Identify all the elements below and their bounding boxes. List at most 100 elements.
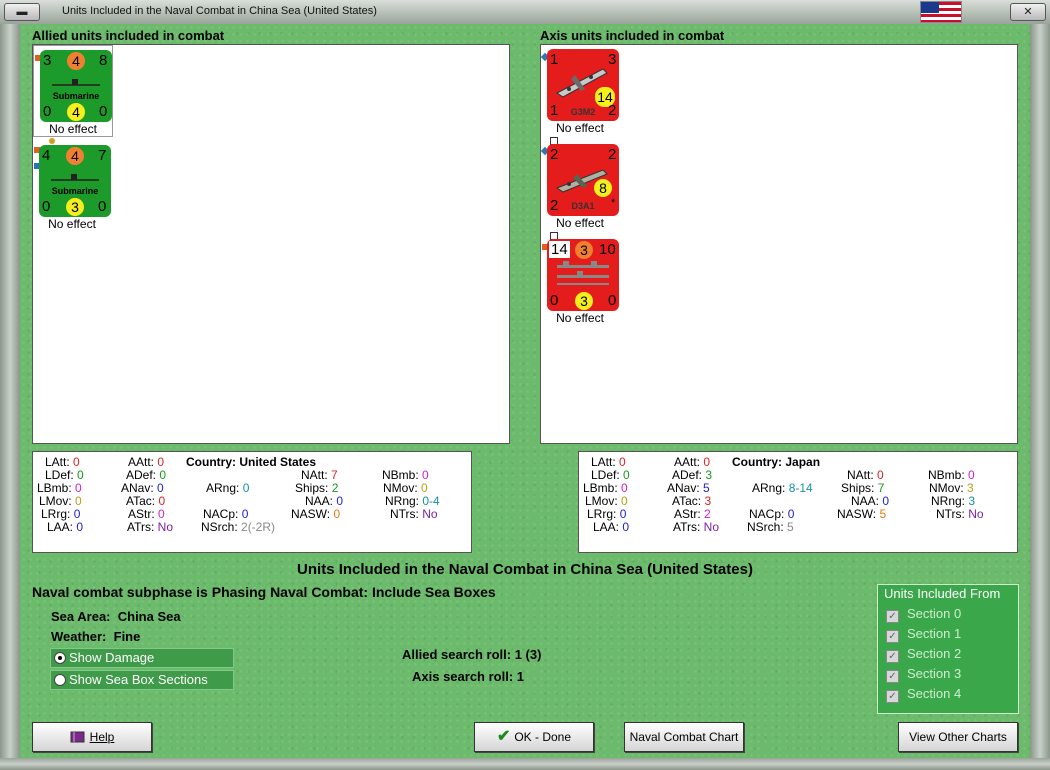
ok-done-button[interactable]: ✔ OK - Done bbox=[474, 722, 594, 752]
unit-top-right: 3 bbox=[608, 51, 617, 68]
checkmark-icon: ✔ bbox=[496, 728, 511, 745]
allied-unit-card[interactable]: 3 4 8 Submarine 0 4 0 No effect bbox=[33, 45, 113, 137]
unit-bottom-right: 0 bbox=[99, 103, 108, 120]
unit-effect: No effect bbox=[556, 311, 604, 325]
submarine-icon bbox=[52, 79, 100, 86]
unit-top-right: 10 bbox=[599, 241, 616, 258]
stat-lmov: LMov: 0 bbox=[585, 494, 628, 508]
axis-unit-card[interactable]: 2 2 8 D3A1 2 * No effect bbox=[540, 137, 619, 230]
axis-units-panel[interactable]: 1 3 14 G3M2 1 2 No effect 2 2 8 D3A1 2 *… bbox=[540, 44, 1018, 444]
unit-top-left: 3 bbox=[43, 52, 52, 69]
stat-naa: NAA: 0 bbox=[851, 494, 890, 508]
view-other-charts-button[interactable]: View Other Charts bbox=[898, 722, 1018, 752]
naval-combat-chart-button[interactable]: Naval Combat Chart bbox=[624, 722, 744, 752]
stat-adef: ADef: 0 bbox=[126, 468, 167, 482]
allied-search-roll: Allied search roll: 1 (3) bbox=[402, 647, 542, 662]
right-frame-edge bbox=[1030, 24, 1050, 760]
stat-arng: ARng: 0 bbox=[206, 481, 250, 495]
unit-bottom-right: 0 bbox=[608, 292, 617, 309]
unit-top-center: 4 bbox=[66, 147, 84, 165]
stat-astr: AStr: 2 bbox=[674, 507, 711, 521]
stat-laa: LAA: 0 bbox=[47, 520, 84, 534]
stat-ntrs: NTrs: No bbox=[936, 507, 984, 521]
close-button[interactable]: ✕ bbox=[1010, 3, 1046, 21]
help-button[interactable]: Help bbox=[32, 722, 152, 752]
stat-nasw: NASW: 5 bbox=[837, 507, 887, 521]
unit-effect: No effect bbox=[556, 121, 604, 135]
unit-bottom-left: 0 bbox=[550, 292, 559, 309]
unit-name: Submarine bbox=[52, 91, 100, 101]
stat-nsrch: NSrch: 5 bbox=[747, 520, 794, 534]
stat-nmov: NMov: 0 bbox=[383, 481, 428, 495]
summary-title: Units Included in the Naval Combat in Ch… bbox=[297, 561, 753, 578]
unit-top-left: 14 bbox=[549, 241, 570, 258]
allied-unit-counter[interactable]: 3 4 8 Submarine 0 4 0 bbox=[40, 50, 112, 122]
unit-bottom-right: 0 bbox=[98, 198, 107, 215]
allied-header: Allied units included in combat bbox=[32, 28, 225, 43]
units-included-from-group: Units Included From ✓ Section 0 ✓ Section … bbox=[877, 584, 1019, 714]
window-title: Units Included in the Naval Combat in Ch… bbox=[62, 5, 377, 17]
axis-unit-counter[interactable]: 2 2 8 D3A1 2 * bbox=[547, 144, 619, 216]
stat-nbmb: NBmb: 0 bbox=[382, 468, 429, 482]
axis-unit-card[interactable]: 14 3 10 0 3 0 No effect bbox=[541, 232, 619, 325]
stat-naa: NAA: 0 bbox=[305, 494, 344, 508]
unit-bottom-left: 0 bbox=[43, 103, 52, 120]
unit-bottom-left: 2 bbox=[550, 197, 559, 214]
unit-bottom-left: 1 bbox=[550, 102, 559, 119]
stat-lbmb: LBmb: 0 bbox=[583, 481, 628, 495]
minimize-button[interactable]: ▬ bbox=[4, 3, 40, 21]
window-frame: ▬ Units Included in the Naval Combat in … bbox=[0, 0, 1050, 770]
unit-mid-value: 8 bbox=[594, 179, 612, 197]
section-checkbox[interactable]: ✓ Section 4 bbox=[886, 686, 961, 703]
subphase-text: Naval combat subphase is Phasing Naval C… bbox=[32, 584, 496, 600]
stat-nrng: NRng: 0-4 bbox=[385, 494, 440, 508]
section-checkbox[interactable]: ✓ Section 3 bbox=[886, 666, 961, 683]
unit-top-left: 4 bbox=[42, 147, 51, 164]
allied-unit-counter[interactable]: 4 4 7 Submarine 0 3 0 bbox=[39, 145, 111, 217]
submarine-icon bbox=[51, 174, 99, 181]
status-marker bbox=[49, 138, 55, 144]
stat-ldef: LDef: 0 bbox=[45, 468, 84, 482]
allied-units-panel[interactable]: 3 4 8 Submarine 0 4 0 No effect 4 4 7 Su… bbox=[32, 44, 510, 444]
stat-adef: ADef: 3 bbox=[672, 468, 713, 482]
stat-latt: LAtt: 0 bbox=[591, 455, 626, 469]
unit-bottom-right: 2 bbox=[608, 102, 617, 119]
stat-nacp: NACp: 0 bbox=[203, 507, 249, 521]
axis-unit-card[interactable]: 1 3 14 G3M2 1 2 No effect bbox=[540, 45, 619, 135]
section-checkbox[interactable]: ✓ Section 2 bbox=[886, 646, 961, 663]
stat-anav: ANav: 0 bbox=[121, 481, 164, 495]
stat-ntrs: NTrs: No bbox=[390, 507, 438, 521]
stat-nsrch: NSrch: 2(-2R) bbox=[201, 520, 276, 534]
show-sea-box-sections-radio[interactable] bbox=[54, 674, 66, 686]
section-checkbox[interactable]: ✓ Section 1 bbox=[886, 626, 961, 643]
stat-atac: ATac: 3 bbox=[672, 494, 712, 508]
unit-effect: No effect bbox=[48, 217, 96, 231]
stat-atac: ATac: 0 bbox=[126, 494, 166, 508]
unit-bottom-center: 3 bbox=[575, 292, 593, 310]
stat-anav: ANav: 5 bbox=[667, 481, 710, 495]
show-sea-box-sections-option[interactable]: Show Sea Box Sections bbox=[50, 670, 234, 690]
show-damage-radio[interactable] bbox=[54, 652, 66, 664]
stat-natt: NAtt: 0 bbox=[847, 468, 884, 482]
axis-unit-counter[interactable]: 14 3 10 0 3 0 bbox=[547, 239, 619, 311]
title-bar[interactable]: ▬ Units Included in the Naval Combat in … bbox=[0, 0, 1050, 25]
stat-nacp: NACp: 0 bbox=[749, 507, 795, 521]
unit-effect: No effect bbox=[49, 122, 97, 136]
stat-lbmb: LBmb: 0 bbox=[37, 481, 82, 495]
stat-lrrg: LRrg: 0 bbox=[41, 507, 81, 521]
stat-nbmb: NBmb: 0 bbox=[928, 468, 975, 482]
stat-atrs: ATrs: No bbox=[673, 520, 720, 534]
stat-lrrg: LRrg: 0 bbox=[587, 507, 627, 521]
dialog-body: Allied units included in combat 3 4 8 Su… bbox=[20, 24, 1030, 758]
section-checkbox[interactable]: ✓ Section 0 bbox=[886, 606, 961, 623]
bottom-frame-edge bbox=[0, 758, 1050, 770]
unit-effect: No effect bbox=[556, 216, 604, 230]
stat-laa: LAA: 0 bbox=[593, 520, 630, 534]
stat-country: Country: United States bbox=[186, 455, 317, 469]
allied-unit-card[interactable]: 4 4 7 Submarine 0 3 0 No effect bbox=[33, 138, 111, 231]
axis-unit-counter[interactable]: 1 3 14 G3M2 1 2 bbox=[547, 49, 619, 121]
show-damage-option[interactable]: Show Damage bbox=[50, 648, 234, 668]
group-title: Units Included From bbox=[884, 586, 1001, 601]
stat-ships: Ships: 7 bbox=[841, 481, 885, 495]
stat-ships: Ships: 2 bbox=[295, 481, 339, 495]
